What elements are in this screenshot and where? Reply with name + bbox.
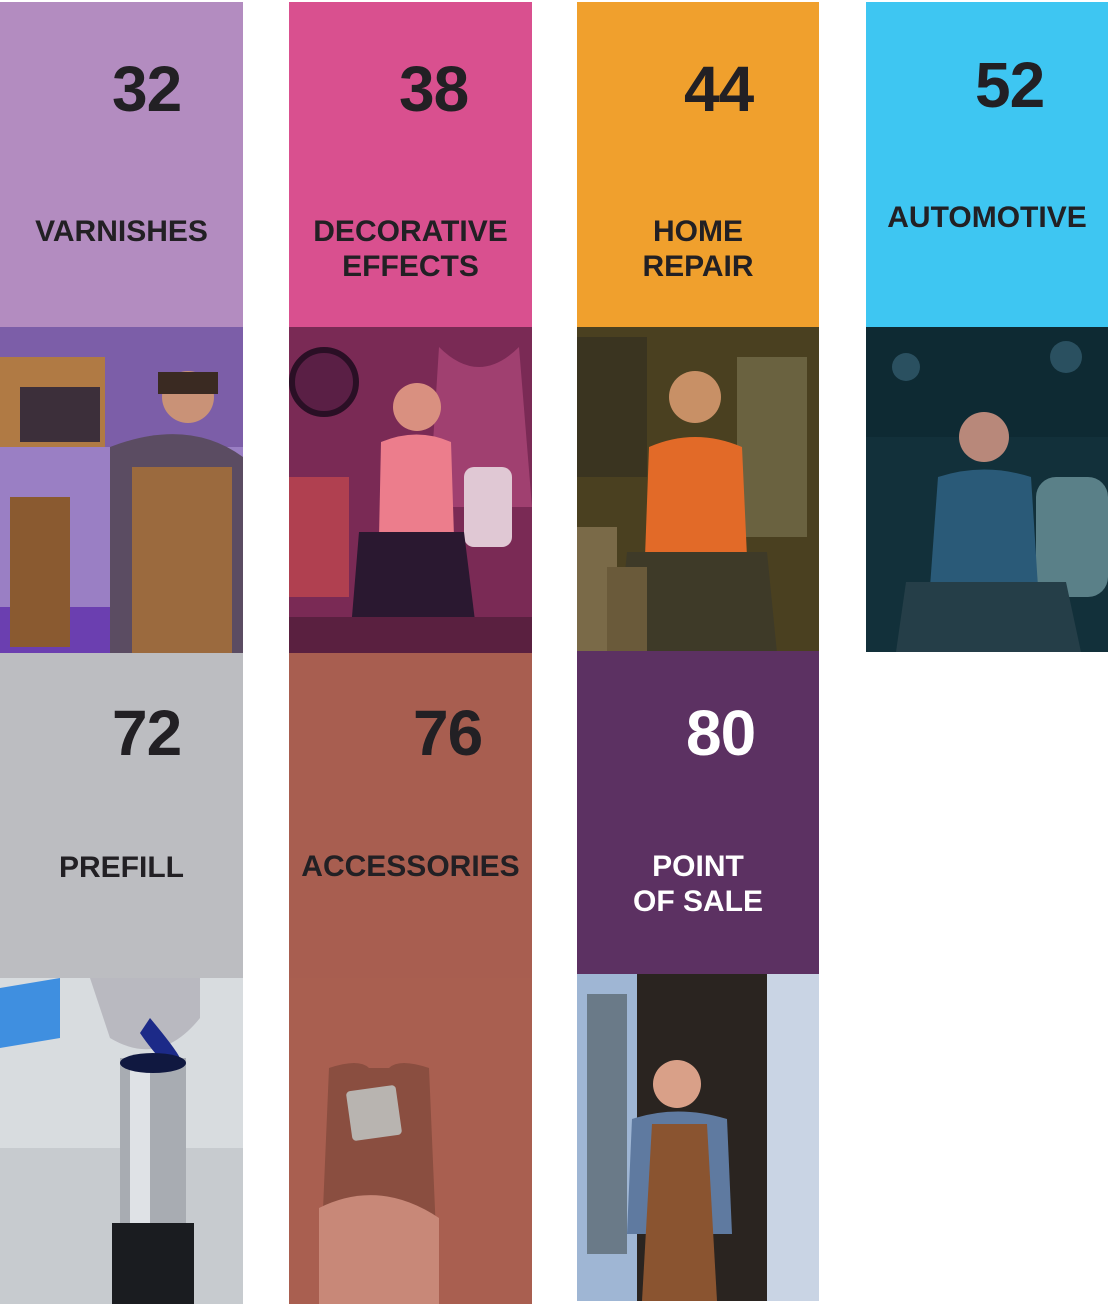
category-label: DECORATIVE EFFECTS xyxy=(313,215,508,283)
tile-header: 38 DECORATIVE EFFECTS xyxy=(289,2,532,327)
category-label: AUTOMOTIVE xyxy=(887,201,1087,234)
category-label: ACCESSORIES xyxy=(301,850,520,883)
page-number: 32 xyxy=(112,53,182,125)
craftsman-photo xyxy=(0,327,243,653)
man-sitting-photo xyxy=(577,327,819,653)
category-label: POINT OF SALE xyxy=(632,850,763,918)
category-label: VARNISHES xyxy=(35,215,208,248)
tile-header: 32 VARNISHES xyxy=(0,2,243,327)
category-tile-decorative-effects[interactable]: 38 DECORATIVE EFFECTS xyxy=(289,2,532,653)
page-number: 52 xyxy=(975,49,1045,121)
tile-header: 44 HOME REPAIR xyxy=(577,2,819,327)
tile-header: 80 POINT OF SALE xyxy=(577,651,819,974)
category-tile-accessories[interactable]: 76 ACCESSORIES xyxy=(289,653,532,1304)
tile-header: 52 AUTOMOTIVE xyxy=(866,2,1108,327)
category-label: PREFILL xyxy=(59,851,184,884)
paint-pour-photo xyxy=(0,978,243,1304)
page-number: 76 xyxy=(413,697,483,769)
page-number: 72 xyxy=(112,697,182,769)
page-number: 38 xyxy=(399,53,469,125)
woman-sitting-photo xyxy=(289,327,532,653)
category-tile-home-repair[interactable]: 44 HOME REPAIR xyxy=(577,2,819,653)
shopkeeper-photo xyxy=(577,974,819,1301)
category-tile-point-of-sale[interactable]: 80 POINT OF SALE xyxy=(577,651,819,1301)
tile-header: 72 PREFILL xyxy=(0,653,243,978)
tile-header: 76 ACCESSORIES xyxy=(289,653,532,978)
mechanic-photo xyxy=(866,327,1108,652)
category-tile-automotive[interactable]: 52 AUTOMOTIVE xyxy=(866,2,1108,652)
category-label: HOME REPAIR xyxy=(642,215,754,283)
apron-photo xyxy=(289,978,532,1304)
category-tile-varnishes[interactable]: 32 VARNISHES xyxy=(0,2,243,653)
category-tile-prefill[interactable]: 72 PREFILL xyxy=(0,653,243,1304)
page-number: 80 xyxy=(686,697,756,769)
page-number: 44 xyxy=(684,53,754,125)
